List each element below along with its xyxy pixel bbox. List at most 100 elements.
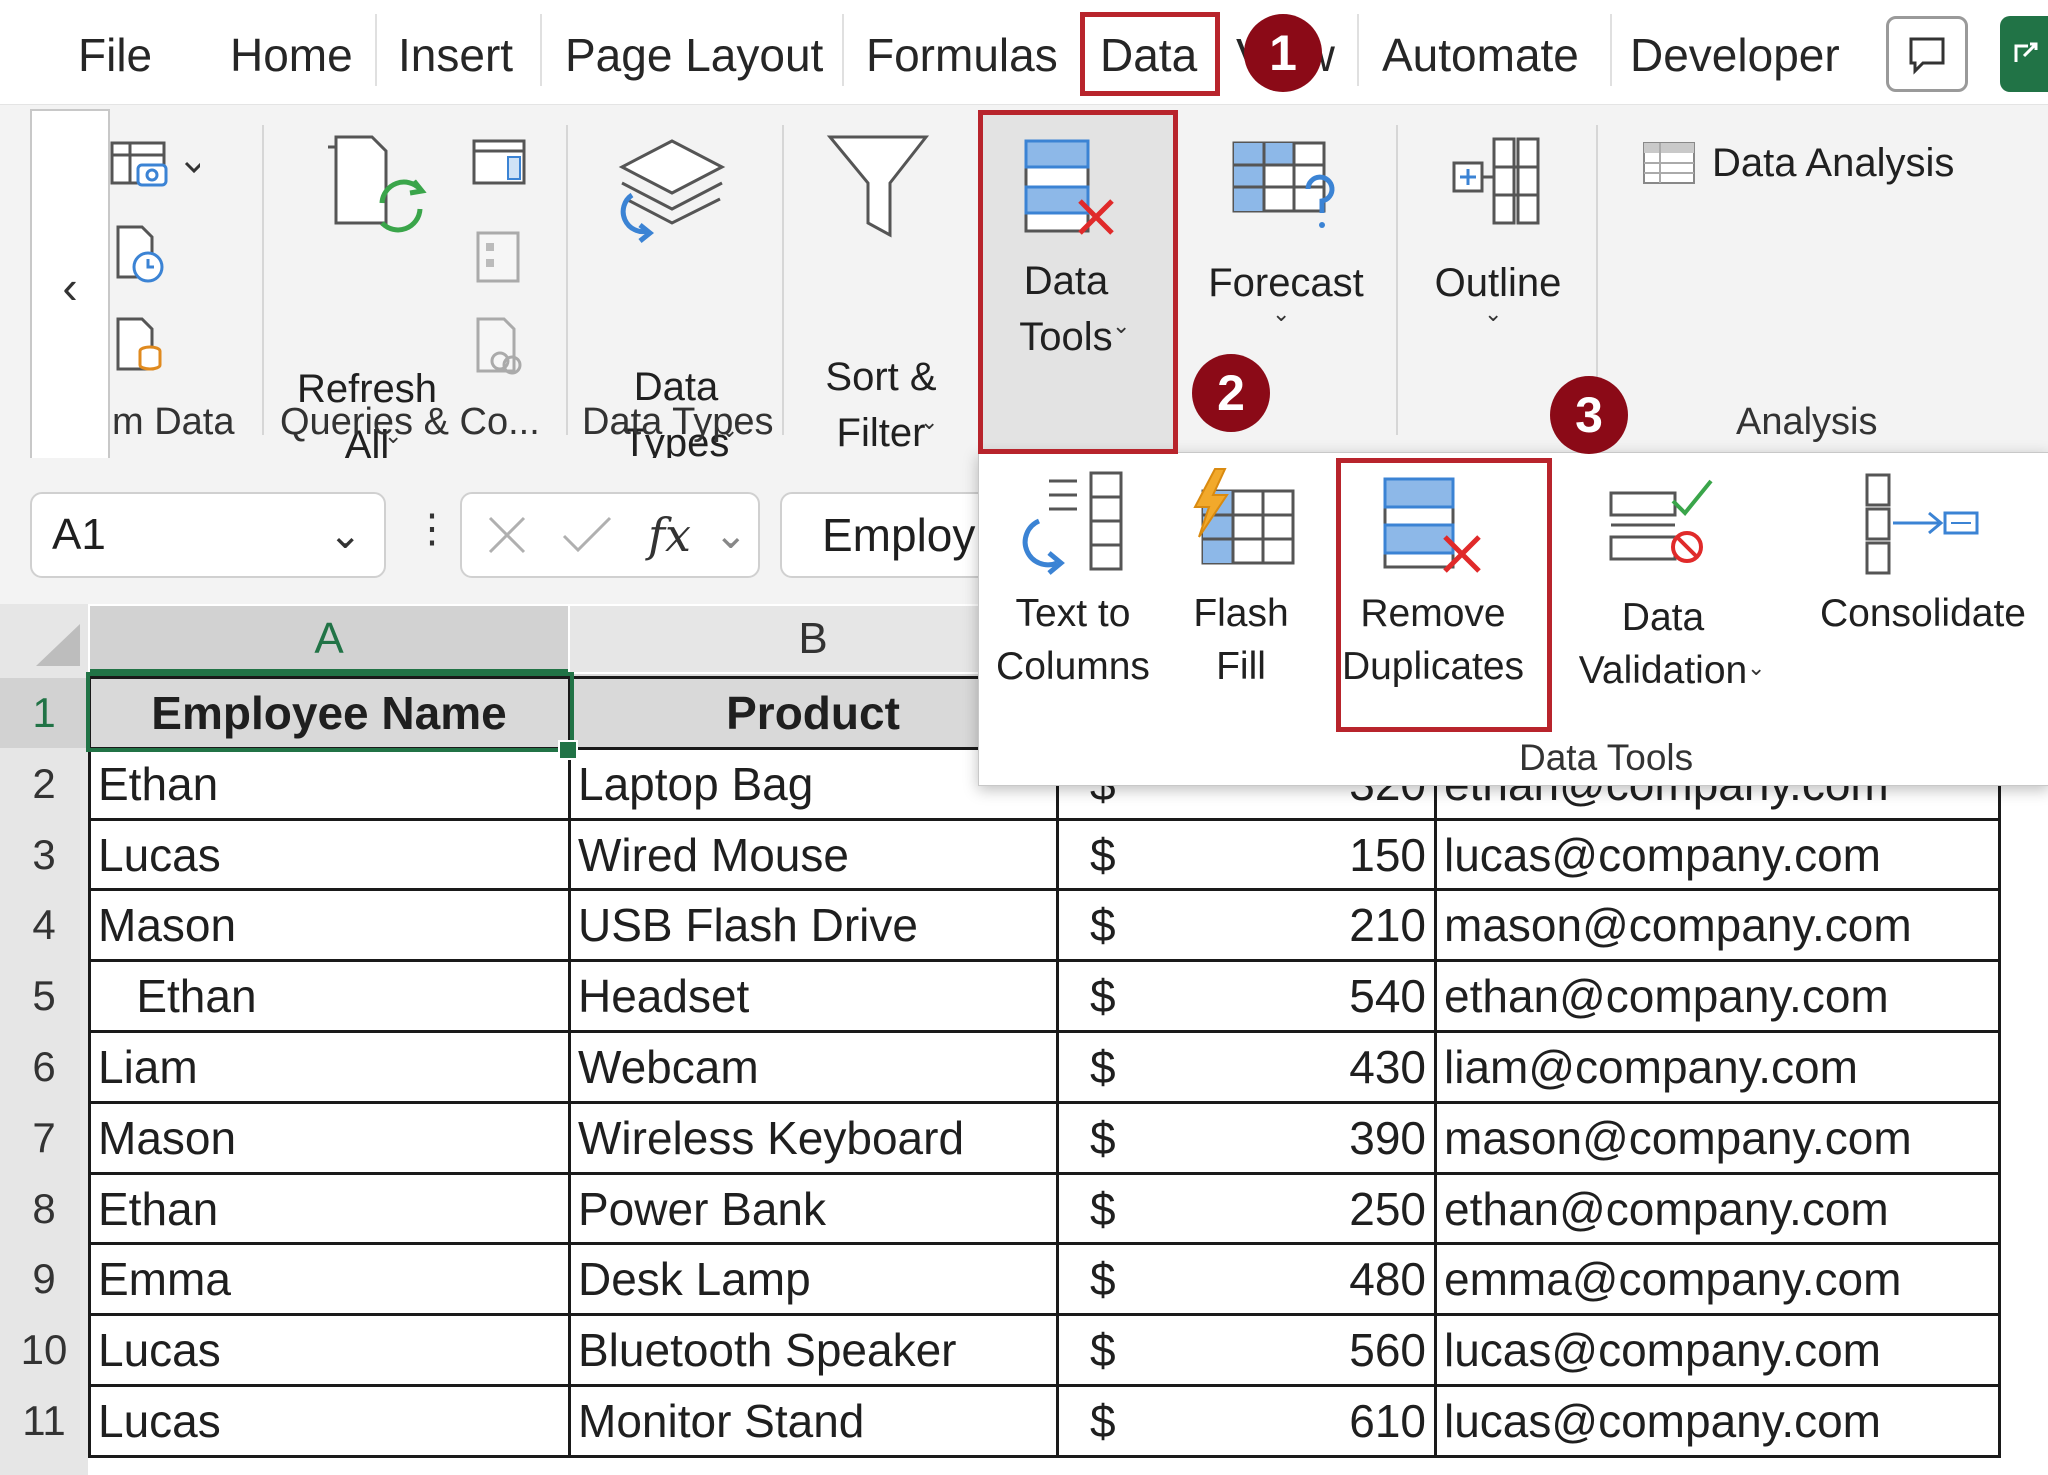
column-gridline [88,676,91,1458]
column-header-a[interactable]: A [90,606,568,672]
currency-symbol-cell[interactable]: $ [1090,890,1130,960]
email-cell[interactable]: emma@company.com [1444,1244,2000,1314]
amount-cell[interactable]: 250 [1140,1174,1426,1244]
text-to-columns-button[interactable]: Text to Columns [985,453,1161,753]
amount-cell[interactable]: 560 [1140,1315,1426,1385]
amount-cell[interactable]: 430 [1140,1032,1426,1102]
employee-name-cell[interactable]: Mason [98,1103,568,1173]
email-cell[interactable]: ethan@company.com [1444,961,2000,1031]
product-cell[interactable]: Power Bank [578,1174,1054,1244]
fill-handle[interactable] [558,740,578,760]
group-divider [1396,125,1398,435]
share-button[interactable] [2000,16,2048,92]
properties-icon[interactable] [470,135,530,191]
name-box[interactable]: A1 ⌄ [30,492,386,578]
product-cell[interactable]: USB Flash Drive [578,890,1054,960]
row-header[interactable]: 7 [0,1103,88,1173]
email-cell[interactable]: lucas@company.com [1444,1315,2000,1385]
email-cell[interactable]: lucas@company.com [1444,820,2000,890]
product-cell[interactable]: Headset [578,961,1054,1031]
tab-developer[interactable]: Developer [1630,20,1840,90]
email-cell[interactable]: lucas@company.com [1444,1386,2000,1456]
employee-name-cell[interactable]: Ethan [98,961,568,1031]
comments-button[interactable] [1886,16,1968,92]
flash-fill-button[interactable]: Flash Fill [1171,453,1311,753]
tab-formulas[interactable]: Formulas [866,20,1058,90]
product-cell[interactable]: Wired Mouse [578,820,1054,890]
product-cell[interactable]: Bluetooth Speaker [578,1315,1054,1385]
sort-filter-label[interactable]: Sort & Filter [806,349,956,461]
tab-automate[interactable]: Automate [1382,20,1579,90]
amount-cell[interactable]: 610 [1140,1386,1426,1456]
email-cell[interactable]: mason@company.com [1444,890,2000,960]
tab-insert[interactable]: Insert [398,20,513,90]
refresh-all-icon[interactable] [322,133,432,243]
row-header[interactable]: 1 [0,678,88,748]
email-cell[interactable]: ethan@company.com [1444,1174,2000,1244]
employee-name-cell[interactable]: Lucas [98,820,568,890]
employee-name-cell[interactable]: Liam [98,1032,568,1102]
select-all-corner[interactable] [0,604,88,674]
existing-connections-icon[interactable] [112,315,172,377]
product-cell[interactable]: Wireless Keyboard [578,1103,1054,1173]
amount-cell[interactable]: 150 [1140,820,1426,890]
row-header[interactable]: 3 [0,820,88,890]
employee-name-cell[interactable]: Lucas [98,1386,568,1456]
employee-name-cell[interactable]: Lucas [98,1315,568,1385]
forecast-icon[interactable] [1228,133,1348,243]
recent-sources-icon[interactable] [112,223,172,285]
row-header[interactable]: 2 [0,749,88,819]
more-options-icon[interactable]: ⋮ [412,494,452,564]
email-cell[interactable]: mason@company.com [1444,1103,2000,1173]
row-header[interactable]: 5 [0,961,88,1031]
row-gridline [88,1384,2000,1387]
active-cell-a1[interactable] [86,672,574,752]
amount-cell[interactable]: 540 [1140,961,1426,1031]
cancel-icon[interactable] [482,510,532,560]
row-header[interactable]: 9 [0,1244,88,1314]
tab-page-layout[interactable]: Page Layout [565,20,823,90]
employee-name-cell[interactable]: Ethan [98,1174,568,1244]
currency-symbol-cell[interactable]: $ [1090,1174,1130,1244]
row-header[interactable]: 11 [0,1386,88,1456]
step-marker-2: 2 [1192,354,1270,432]
tab-home[interactable]: Home [230,20,353,90]
amount-cell[interactable]: 480 [1140,1244,1426,1314]
amount-cell[interactable]: 390 [1140,1103,1426,1173]
data-analysis-label[interactable]: Data Analysis [1712,141,1954,186]
product-cell[interactable]: Monitor Stand [578,1386,1054,1456]
email-cell[interactable]: liam@company.com [1444,1032,2000,1102]
ribbon-scroll-left-button[interactable]: ‹ [30,109,110,461]
currency-symbol-cell[interactable]: $ [1090,1244,1130,1314]
employee-name-cell[interactable]: Mason [98,890,568,960]
currency-symbol-cell[interactable]: $ [1090,1103,1130,1173]
currency-symbol-cell[interactable]: $ [1090,961,1130,1031]
queries-group-label: Queries & Co... [280,401,540,443]
filter-funnel-icon[interactable] [824,131,934,251]
share-icon [2014,42,2038,62]
product-cell[interactable]: Webcam [578,1032,1054,1102]
employee-name-cell[interactable]: Ethan [98,749,568,819]
data-analysis-icon[interactable] [1640,137,1698,189]
edit-links-icon[interactable] [470,315,530,379]
currency-symbol-cell[interactable]: $ [1090,1315,1130,1385]
row-header[interactable]: 8 [0,1174,88,1244]
data-types-icon[interactable] [612,135,732,255]
employee-name-cell[interactable]: Emma [98,1244,568,1314]
row-header[interactable]: 4 [0,890,88,960]
consolidate-button[interactable]: Consolidate [1813,453,2039,753]
queries-connections-icon[interactable] [470,227,530,287]
enter-check-icon[interactable] [558,510,614,560]
product-cell[interactable]: Desk Lamp [578,1244,1054,1314]
amount-cell[interactable]: 210 [1140,890,1426,960]
insert-function-icon[interactable]: fx [648,494,691,576]
tab-file[interactable]: File [78,20,152,90]
outline-icon[interactable] [1448,133,1548,233]
from-picture-icon[interactable] [110,133,200,193]
row-header[interactable]: 6 [0,1032,88,1102]
currency-symbol-cell[interactable]: $ [1090,1386,1130,1456]
currency-symbol-cell[interactable]: $ [1090,820,1130,890]
row-header[interactable]: 10 [0,1315,88,1385]
data-validation-button[interactable]: Data Validation ⌄ [1563,453,1765,753]
currency-symbol-cell[interactable]: $ [1090,1032,1130,1102]
